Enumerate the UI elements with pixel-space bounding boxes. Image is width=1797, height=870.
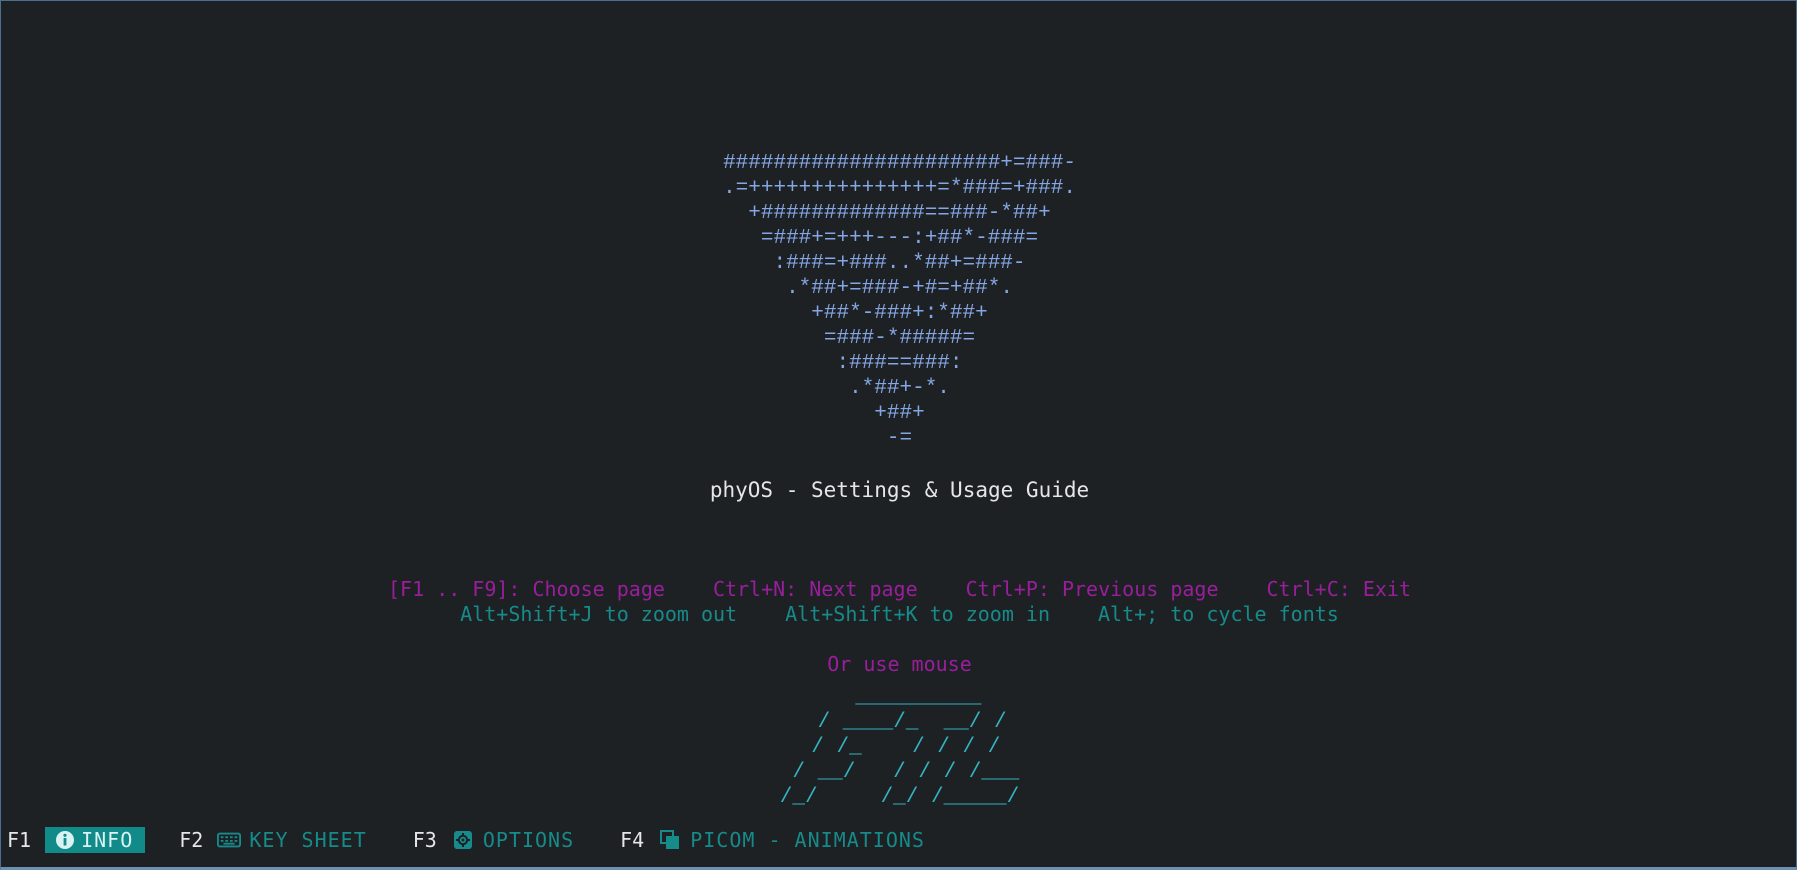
- page-title: phyOS - Settings & Usage Guide: [709, 478, 1090, 502]
- gear-icon: [451, 828, 475, 852]
- tab-options-label: OPTIONS: [482, 828, 575, 852]
- tab-key-f3: F3: [412, 828, 437, 852]
- mouse-hint: Or use mouse: [827, 652, 972, 676]
- terminal-window: ######################+=###- .=+++++++++…: [0, 0, 1797, 870]
- previous-page-hint: Ctrl+P: Previous page: [965, 577, 1219, 601]
- page-tab-bar: F1 INFO F2 KEY SHEET F3 OPTIONS F4 PICOM…: [7, 827, 971, 853]
- tab-picom-animations[interactable]: PICOM - ANIMATIONS: [658, 827, 937, 853]
- tab-info[interactable]: INFO: [45, 827, 146, 853]
- info-icon: [53, 828, 77, 852]
- windows-icon: [658, 828, 682, 852]
- tab-key-sheet-label: KEY SHEET: [249, 828, 367, 852]
- tab-picom-animations-label: PICOM - ANIMATIONS: [690, 828, 925, 852]
- tab-key-f1: F1: [7, 828, 32, 852]
- ft-ascii-logo: __________ / ____/_ __/ / / /_ / / / / /…: [779, 686, 1020, 809]
- zoom-help: Alt+Shift+J to zoom out Alt+Shift+K to zo…: [1, 602, 1797, 627]
- tab-key-sheet[interactable]: KEY SHEET: [217, 827, 378, 853]
- tab-options[interactable]: OPTIONS: [451, 827, 586, 853]
- zoom-out-hint: Alt+Shift+J to zoom out: [460, 602, 738, 626]
- zoom-in-hint: Alt+Shift+K to zoom in: [785, 602, 1051, 626]
- phyos-ascii-logo: ######################+=###- .=+++++++++…: [723, 152, 1076, 450]
- next-page-hint: Ctrl+N: Next page: [712, 577, 918, 601]
- keyboard-icon: [217, 828, 242, 852]
- cycle-fonts-hint: Alt+; to cycle fonts: [1098, 602, 1339, 626]
- tab-key-f4: F4: [620, 828, 645, 852]
- tab-info-label: INFO: [81, 828, 134, 852]
- tab-key-f2: F2: [179, 828, 204, 852]
- choose-page-hint: [F1 .. F9]: Choose page: [387, 577, 665, 601]
- navigation-help-row: [F1 .. F9]: Choose page Ctrl+N: Next page…: [1, 577, 1797, 602]
- exit-hint: Ctrl+C: Exit: [1266, 577, 1412, 601]
